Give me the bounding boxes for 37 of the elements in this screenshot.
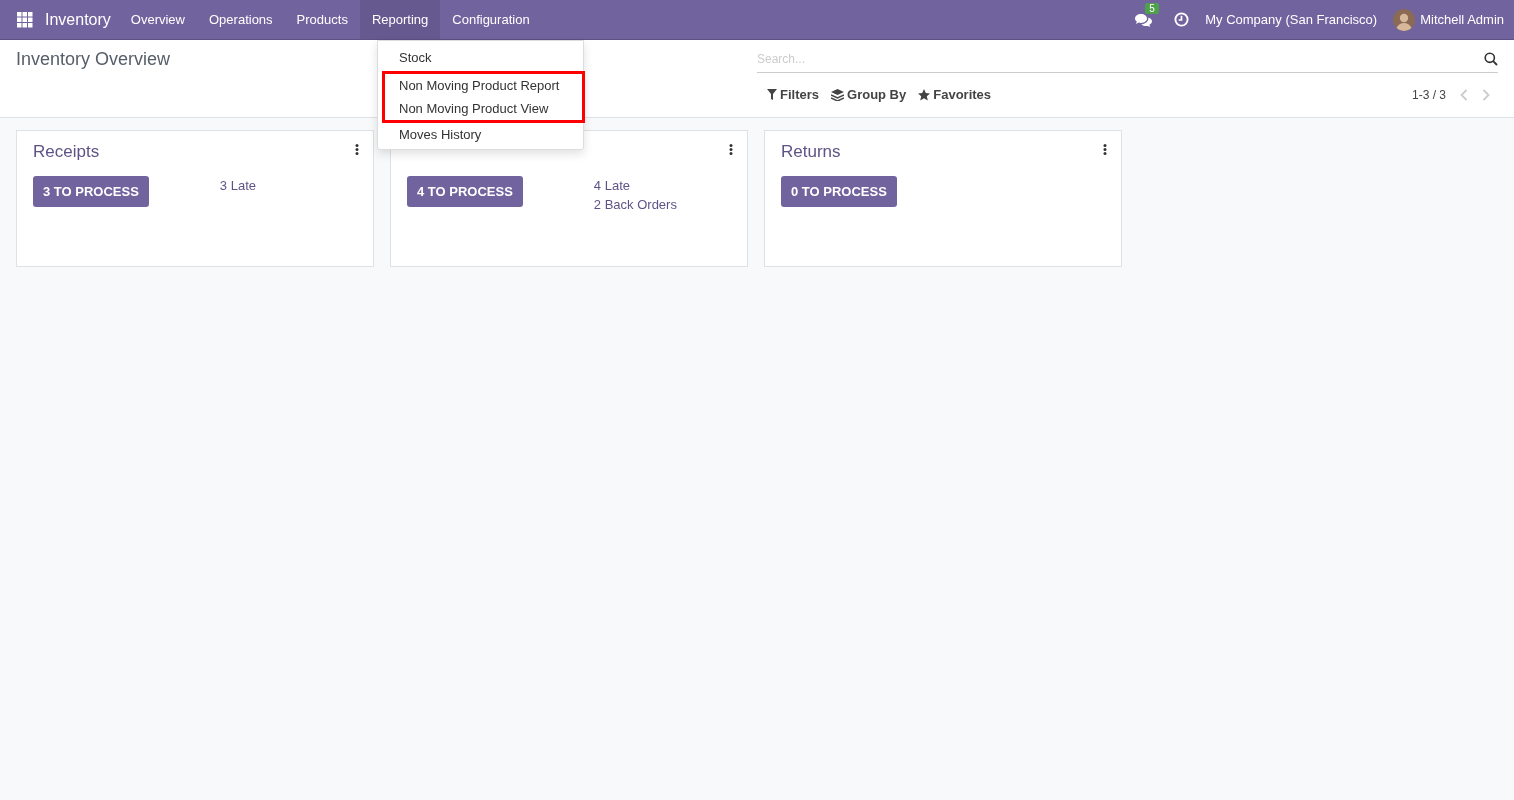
card-title[interactable]: Receipts <box>33 142 100 162</box>
card-link[interactable]: 4 Late <box>593 178 677 193</box>
card-link[interactable]: 3 Late <box>219 178 256 193</box>
search-option-button[interactable]: Group By <box>829 85 909 104</box>
more-options-icon[interactable] <box>1103 144 1107 155</box>
pager-value[interactable]: 1-3 / 3 <box>1411 87 1446 102</box>
nav-menu-item[interactable]: Configuration <box>440 0 542 39</box>
card-title[interactable]: Returns <box>781 142 841 162</box>
clock-icon[interactable] <box>1174 12 1190 27</box>
nav-menu-item[interactable]: Products <box>284 0 360 39</box>
user-menu[interactable]: Mitchell Admin <box>1420 12 1504 27</box>
dropdown-item[interactable]: Non Moving Product Report <box>382 71 585 97</box>
nav-menu-item[interactable]: Overview <box>118 0 197 39</box>
dropdown-item[interactable]: Moves History <box>382 123 581 146</box>
nav-menu-item[interactable]: Operations <box>197 0 285 39</box>
nav-menu-item[interactable]: Reporting <box>359 0 441 39</box>
to-process-button[interactable]: 3 TO PROCESS <box>33 176 149 207</box>
dropdown-item[interactable]: Non Moving Product View <box>382 97 585 123</box>
filter-icon <box>767 89 777 100</box>
message-count-badge: 5 <box>1145 2 1159 14</box>
search-option-button[interactable]: Favorites <box>916 85 994 104</box>
chat-icon[interactable] <box>1135 12 1153 27</box>
to-process-button[interactable]: 0 TO PROCESS <box>781 176 897 207</box>
app-name[interactable]: Inventory <box>45 10 111 29</box>
dropdown-item[interactable]: Stock <box>382 46 581 69</box>
avatar-icon[interactable] <box>1393 8 1416 31</box>
layers-icon <box>831 88 844 101</box>
page-title: Inventory Overview <box>16 49 171 69</box>
company-switcher[interactable]: My Company (San Francisco) <box>1205 12 1378 27</box>
more-options-icon[interactable] <box>729 144 733 155</box>
search-icon[interactable] <box>1484 52 1498 66</box>
card-link[interactable]: 2 Back Orders <box>593 197 677 212</box>
apps-grid-icon[interactable] <box>17 11 33 28</box>
search-option-button[interactable]: Filters <box>765 85 821 104</box>
to-process-button[interactable]: 4 TO PROCESS <box>407 176 523 207</box>
more-options-icon[interactable] <box>355 144 359 155</box>
star-icon <box>918 88 931 101</box>
